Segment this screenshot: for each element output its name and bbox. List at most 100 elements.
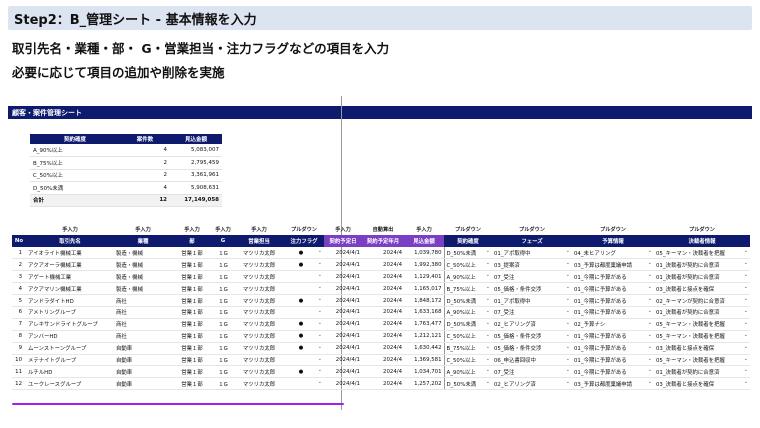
dropdown-cell[interactable]: 05_キーマン・決裁者を把握 ⌄ bbox=[654, 330, 750, 343]
dropdown-cell[interactable]: 03_決裁者と接点を確保 ⌄ bbox=[654, 377, 750, 391]
dropdown-cell[interactable]: 01_アポ取得中 ⌄ bbox=[492, 294, 572, 307]
table-cell[interactable]: 営業１部 bbox=[172, 270, 212, 284]
table-cell[interactable]: マツリカ太郎 bbox=[234, 306, 284, 319]
column-header[interactable]: 予算情報 bbox=[572, 235, 654, 247]
dropdown-cell[interactable]: 01_今期に予算がある ⌄ bbox=[572, 342, 654, 355]
dropdown-cell[interactable]: B_75%以上 ⌄ bbox=[443, 282, 492, 296]
table-cell[interactable]: 2024/4 bbox=[362, 282, 404, 296]
table-cell[interactable]: 1,848,172 bbox=[404, 294, 444, 307]
column-header[interactable]: 契約予定日 bbox=[324, 235, 362, 247]
focus-flag-dropdown[interactable]: ● ⌄ bbox=[284, 294, 324, 307]
table-cell[interactable]: １G bbox=[212, 247, 234, 260]
table-cell[interactable]: 製造・機械 bbox=[114, 282, 172, 296]
column-header[interactable]: 契約予定年月 bbox=[362, 235, 404, 247]
column-header[interactable]: 取引先名 bbox=[26, 235, 114, 247]
dropdown-cell[interactable]: C_50%以上 ⌄ bbox=[443, 258, 492, 272]
dropdown-cell[interactable]: 01_今期に予算がある ⌄ bbox=[572, 270, 654, 284]
table-cell[interactable]: 自動車 bbox=[114, 377, 172, 391]
dropdown-cell[interactable]: C_50%以上 ⌄ bbox=[443, 330, 492, 343]
table-cell[interactable]: 2024/4/1 bbox=[324, 258, 362, 272]
column-header[interactable]: No bbox=[12, 235, 26, 247]
table-cell[interactable]: 2024/4 bbox=[362, 354, 404, 367]
focus-flag-dropdown[interactable]: ⌄ bbox=[284, 354, 324, 367]
table-cell[interactable]: 1,992,380 bbox=[404, 258, 444, 272]
table-cell[interactable]: 商社 bbox=[114, 294, 172, 307]
table-cell[interactable]: アゲート機械工業 bbox=[26, 270, 114, 284]
dropdown-cell[interactable]: 01_今期に予算がある ⌄ bbox=[572, 330, 654, 343]
dropdown-cell[interactable]: 03_決裁者と接点を確保 ⌄ bbox=[654, 282, 750, 296]
table-cell[interactable]: 2024/4/1 bbox=[324, 330, 362, 343]
table-cell[interactable]: １G bbox=[212, 318, 234, 331]
table-cell[interactable]: 商社 bbox=[114, 330, 172, 343]
dropdown-cell[interactable]: 04_未ヒアリング ⌄ bbox=[572, 247, 654, 260]
table-cell[interactable]: 営業１部 bbox=[172, 377, 212, 391]
table-cell[interactable]: 2024/4 bbox=[362, 247, 404, 260]
table-cell[interactable]: 10 bbox=[12, 354, 26, 367]
table-cell[interactable]: １G bbox=[212, 377, 234, 391]
table-cell[interactable]: 2024/4/1 bbox=[324, 270, 362, 284]
table-cell[interactable]: アンドラダイトHD bbox=[26, 294, 114, 307]
dropdown-cell[interactable]: 01_今期に予算がある ⌄ bbox=[572, 365, 654, 379]
table-cell[interactable]: １G bbox=[212, 330, 234, 343]
table-cell[interactable]: 1,630,442 bbox=[404, 342, 444, 355]
dropdown-cell[interactable]: 02_キーマンが契約に合意済 ⌄ bbox=[654, 294, 750, 307]
column-header[interactable]: フェーズ bbox=[492, 235, 572, 247]
table-cell[interactable]: 2024/4/1 bbox=[324, 377, 362, 391]
table-cell[interactable]: 2024/4/1 bbox=[324, 294, 362, 307]
table-cell[interactable]: 営業１部 bbox=[172, 318, 212, 331]
table-cell[interactable]: マツリカ太郎 bbox=[234, 330, 284, 343]
dropdown-cell[interactable]: A_90%以上 ⌄ bbox=[443, 270, 492, 284]
table-cell[interactable]: 1,039,780 bbox=[404, 247, 444, 260]
column-header[interactable]: 決裁者情報 bbox=[654, 235, 750, 247]
table-cell[interactable]: 6 bbox=[12, 306, 26, 319]
table-cell[interactable]: 2024/4 bbox=[362, 318, 404, 331]
table-cell[interactable]: 営業１部 bbox=[172, 342, 212, 355]
table-cell[interactable]: 1,257,202 bbox=[404, 377, 444, 391]
table-cell[interactable]: 1,212,121 bbox=[404, 330, 444, 343]
table-cell[interactable]: 2024/4/1 bbox=[324, 354, 362, 367]
table-cell[interactable]: 7 bbox=[12, 318, 26, 331]
table-cell[interactable]: 1,165,017 bbox=[404, 282, 444, 296]
table-cell[interactable]: 自動車 bbox=[114, 342, 172, 355]
table-cell[interactable]: 自動車 bbox=[114, 365, 172, 379]
dropdown-cell[interactable]: 01_決裁者が契約に合意済 ⌄ bbox=[654, 258, 750, 272]
table-cell[interactable]: 2024/4 bbox=[362, 330, 404, 343]
table-cell[interactable]: 3 bbox=[12, 270, 26, 284]
table-cell[interactable]: 12 bbox=[12, 377, 26, 391]
table-cell[interactable]: 2024/4/1 bbox=[324, 318, 362, 331]
table-cell[interactable]: アンバーHD bbox=[26, 330, 114, 343]
table-cell[interactable]: 製造・機械 bbox=[114, 270, 172, 284]
dropdown-cell[interactable]: 05_価格・条件交渉 ⌄ bbox=[492, 330, 572, 343]
dropdown-cell[interactable]: 05_価格・条件交渉 ⌄ bbox=[492, 342, 572, 355]
table-cell[interactable]: 8 bbox=[12, 330, 26, 343]
focus-flag-dropdown[interactable]: ● ⌄ bbox=[284, 247, 324, 260]
focus-flag-dropdown[interactable]: ⌄ bbox=[284, 306, 324, 319]
table-cell[interactable]: 1,633,168 bbox=[404, 306, 444, 319]
column-header[interactable]: 注力フラグ bbox=[284, 235, 324, 247]
table-cell[interactable]: １G bbox=[212, 306, 234, 319]
column-header[interactable]: 部 bbox=[172, 235, 212, 247]
dropdown-cell[interactable]: D_50%未満 ⌄ bbox=[443, 247, 492, 260]
table-cell[interactable]: 5 bbox=[12, 294, 26, 307]
table-cell[interactable]: 製造・機械 bbox=[114, 258, 172, 272]
table-cell[interactable]: アクアオーラ機械工業 bbox=[26, 258, 114, 272]
dropdown-cell[interactable]: 05_キーマン・決裁者を把握 ⌄ bbox=[654, 247, 750, 260]
table-cell[interactable]: 営業１部 bbox=[172, 247, 212, 260]
table-cell[interactable]: 1,034,701 bbox=[404, 365, 444, 379]
focus-flag-dropdown[interactable]: ● ⌄ bbox=[284, 342, 324, 355]
focus-flag-dropdown[interactable]: ⌄ bbox=[284, 282, 324, 296]
table-cell[interactable]: 営業１部 bbox=[172, 330, 212, 343]
table-cell[interactable]: マツリカ太郎 bbox=[234, 377, 284, 391]
table-cell[interactable]: マツリカ太郎 bbox=[234, 282, 284, 296]
dropdown-cell[interactable]: 07_受注 ⌄ bbox=[492, 270, 572, 284]
focus-flag-dropdown[interactable]: ● ⌄ bbox=[284, 258, 324, 272]
table-cell[interactable]: １G bbox=[212, 354, 234, 367]
table-cell[interactable]: ユークレースグループ bbox=[26, 377, 114, 391]
table-cell[interactable]: ルチルHD bbox=[26, 365, 114, 379]
dropdown-cell[interactable]: 02_ヒアリング済 ⌄ bbox=[492, 377, 572, 391]
table-cell[interactable]: １G bbox=[212, 258, 234, 272]
dropdown-cell[interactable]: 03_決裁者と接点を確保 ⌄ bbox=[654, 342, 750, 355]
dropdown-cell[interactable]: B_75%以上 ⌄ bbox=[443, 342, 492, 355]
table-cell[interactable]: 2024/4 bbox=[362, 365, 404, 379]
dropdown-cell[interactable]: 02_予算ナシ ⌄ bbox=[572, 318, 654, 331]
